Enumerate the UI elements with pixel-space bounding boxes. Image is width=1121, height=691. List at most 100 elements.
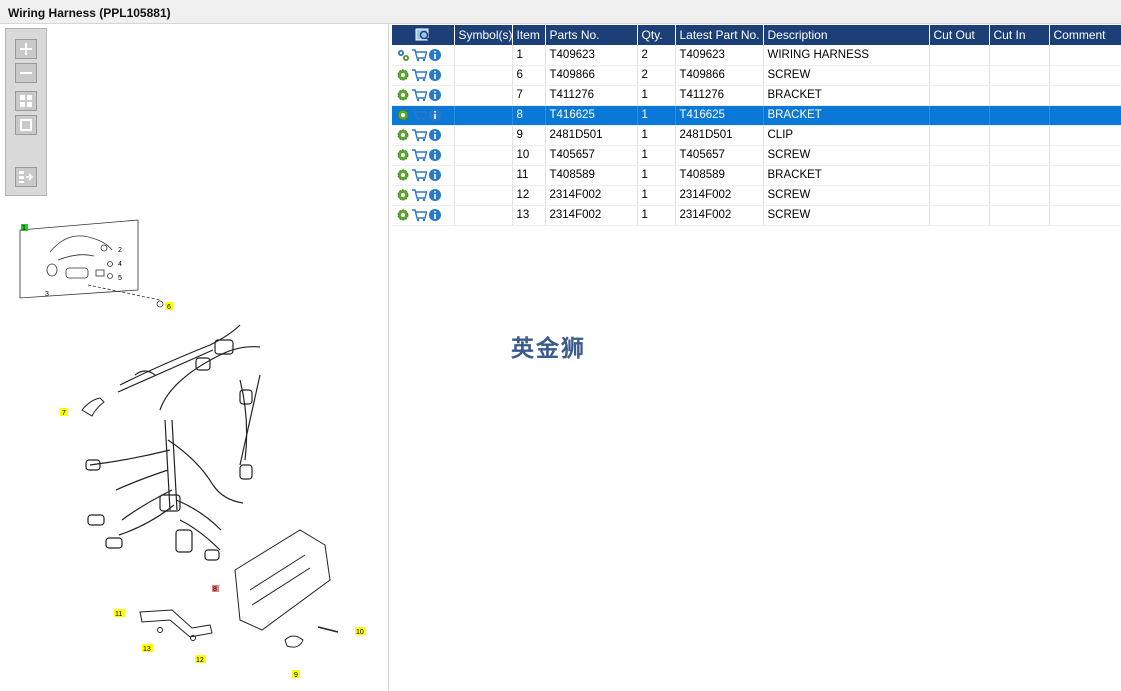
cell-cut-in [989, 85, 1050, 106]
table-row[interactable]: 9 2481D501 1 2481D501 CLIP [392, 125, 1121, 146]
cell-parts-no: 2481D501 [545, 125, 638, 146]
table-row[interactable]: 11 T408589 1 T408589 BRACKET [392, 165, 1121, 186]
column-header-qty[interactable]: Qty. [637, 25, 676, 45]
window-title-bar: Wiring Harness (PPL105881) [0, 0, 1121, 24]
cart-icon[interactable] [411, 108, 427, 122]
callout-1: 1 [22, 225, 26, 232]
callout-10: 10 [356, 629, 364, 636]
info-icon[interactable] [428, 48, 442, 62]
show-list-button[interactable] [15, 167, 37, 187]
cell-parts-no: T409623 [545, 45, 638, 66]
cell-description: WIRING HARNESS [763, 45, 930, 66]
cell-description: SCREW [763, 185, 930, 206]
cell-comment [1049, 185, 1121, 206]
info-icon[interactable] [428, 88, 442, 102]
column-header-parts-no[interactable]: Parts No. [545, 25, 638, 45]
cell-item: 1 [512, 45, 546, 66]
row-action-icons [392, 65, 455, 86]
column-header-cut-in[interactable]: Cut In [989, 25, 1050, 45]
gear-icon[interactable] [396, 168, 410, 182]
column-header-tools[interactable] [392, 25, 455, 45]
gear-icon[interactable] [396, 128, 410, 142]
table-row[interactable]: 8 T416625 1 T416625 BRACKET [392, 105, 1121, 126]
cell-latest-part-no: 2314F002 [675, 185, 764, 206]
cell-parts-no: 2314F002 [545, 185, 638, 206]
column-header-description[interactable]: Description [763, 25, 930, 45]
cart-icon[interactable] [411, 148, 427, 162]
exploded-parts-diagram[interactable]: 1 2 3 4 5 6 7 8 9 10 11 12 13 [0, 200, 389, 691]
list-arrow-icon [19, 171, 34, 183]
clip-9-drawing [284, 635, 304, 648]
gear-icon[interactable] [396, 68, 410, 82]
gears-icon[interactable] [396, 48, 410, 62]
info-icon[interactable] [428, 148, 442, 162]
table-row[interactable]: 7 T411276 1 T411276 BRACKET [392, 85, 1121, 106]
table-row[interactable]: 10 T405657 1 T405657 SCREW [392, 145, 1121, 166]
info-icon[interactable] [428, 168, 442, 182]
cell-cut-out [929, 205, 990, 226]
table-row[interactable]: 1 T409623 2 T409623 WIRING HARNESS [392, 45, 1121, 66]
cell-symbols [454, 145, 513, 166]
fit-all-button[interactable] [15, 91, 37, 111]
cell-cut-out [929, 125, 990, 146]
table-row[interactable]: 6 T409866 2 T409866 SCREW [392, 65, 1121, 86]
cell-cut-out [929, 145, 990, 166]
cell-symbols [454, 165, 513, 186]
cell-cut-out [929, 65, 990, 86]
cart-icon[interactable] [411, 188, 427, 202]
cell-comment [1049, 165, 1121, 186]
column-header-symbols[interactable]: Symbol(s) [454, 25, 513, 45]
info-icon[interactable] [428, 68, 442, 82]
zoom-in-button[interactable] [15, 39, 37, 59]
diagram-toolbox [5, 28, 47, 196]
cell-parts-no: T405657 [545, 145, 638, 166]
cell-qty: 1 [637, 105, 676, 126]
info-icon[interactable] [428, 128, 442, 142]
column-header-comment[interactable]: Comment [1049, 25, 1121, 45]
row-action-icons [392, 165, 455, 186]
callout-12: 12 [196, 657, 204, 664]
cell-cut-in [989, 205, 1050, 226]
callout-13: 13 [143, 646, 151, 653]
main-wiring-harness [85, 324, 261, 561]
row-action-icons [392, 145, 455, 166]
cart-icon[interactable] [411, 68, 427, 82]
cell-comment [1049, 145, 1121, 166]
info-icon[interactable] [428, 188, 442, 202]
cart-icon[interactable] [411, 48, 427, 62]
table-row[interactable]: 12 2314F002 1 2314F002 SCREW [392, 185, 1121, 206]
callout-6: 6 [167, 304, 171, 311]
column-header-latest-part-no[interactable]: Latest Part No. [675, 25, 764, 45]
gear-icon[interactable] [396, 188, 410, 202]
minus-icon [20, 72, 32, 74]
gear-icon[interactable] [396, 148, 410, 162]
info-icon[interactable] [428, 208, 442, 222]
cell-description: BRACKET [763, 165, 930, 186]
gear-icon[interactable] [396, 108, 410, 122]
cell-symbols [454, 125, 513, 146]
cart-icon[interactable] [411, 128, 427, 142]
cell-cut-in [989, 105, 1050, 126]
cart-icon[interactable] [411, 88, 427, 102]
table-header-row: Symbol(s) Item Parts No. Qty. Latest Par… [392, 25, 1121, 45]
callout-8: 8 [213, 586, 217, 593]
column-header-item[interactable]: Item [512, 25, 546, 45]
cell-comment [1049, 205, 1121, 226]
zoom-out-button[interactable] [15, 63, 37, 83]
cell-qty: 1 [637, 145, 676, 166]
cell-item: 11 [512, 165, 546, 186]
cart-icon[interactable] [411, 208, 427, 222]
cell-qty: 1 [637, 85, 676, 106]
cart-icon[interactable] [411, 168, 427, 182]
table-row[interactable]: 13 2314F002 1 2314F002 SCREW [392, 205, 1121, 226]
cell-parts-no: T409866 [545, 65, 638, 86]
info-icon[interactable] [428, 108, 442, 122]
fit-page-button[interactable] [15, 115, 37, 135]
callout-3: 3 [45, 291, 49, 298]
cell-comment [1049, 65, 1121, 86]
gear-icon[interactable] [396, 88, 410, 102]
diagram-pane[interactable]: 1 2 3 4 5 6 7 8 9 10 11 12 13 [0, 24, 389, 691]
gear-icon[interactable] [396, 208, 410, 222]
cell-comment [1049, 105, 1121, 126]
column-header-cut-out[interactable]: Cut Out [929, 25, 990, 45]
